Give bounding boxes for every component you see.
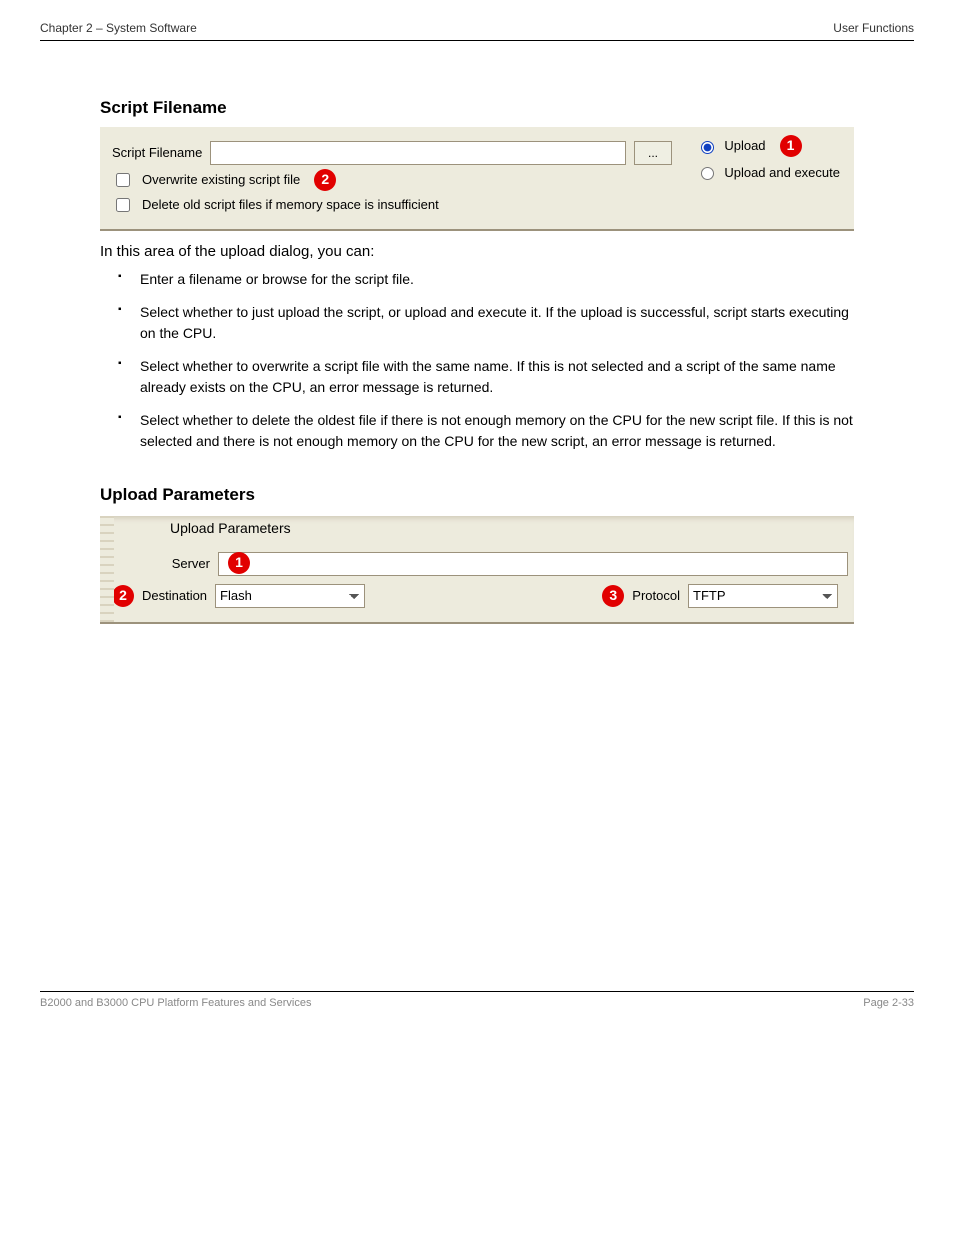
- callout-dest-badge: 2: [112, 585, 134, 607]
- filename-label: Script Filename: [112, 143, 202, 163]
- upload-execute-radio[interactable]: [701, 167, 714, 180]
- filename-input[interactable]: [210, 141, 626, 165]
- header-right: User Functions: [833, 19, 914, 37]
- destination-select[interactable]: Flash: [215, 584, 365, 608]
- list-item: Select whether to overwrite a script fil…: [100, 350, 854, 404]
- list-item: Select whether to just upload the script…: [100, 296, 854, 350]
- delete-old-label: Delete old script files if memory space …: [142, 195, 439, 215]
- server-label: Server: [172, 554, 210, 574]
- overwrite-label: Overwrite existing script file: [142, 170, 300, 190]
- section-title-2: Upload Parameters: [100, 482, 914, 508]
- instruction-text: In this area of the upload dialog, you c…: [100, 241, 854, 264]
- destination-label: Destination: [142, 586, 207, 606]
- overwrite-checkbox[interactable]: [116, 173, 130, 187]
- server-input[interactable]: [218, 552, 848, 576]
- browse-button[interactable]: ...: [634, 141, 672, 165]
- section-title-1: Script Filename: [100, 95, 914, 121]
- upload-parameters-panel: Upload Parameters Server 1 2 Destination…: [100, 516, 854, 624]
- delete-old-checkbox[interactable]: [116, 198, 130, 212]
- upload-execute-radio-label: Upload and execute: [724, 163, 840, 183]
- list-item: Select whether to delete the oldest file…: [100, 404, 854, 458]
- footer-left: B2000 and B3000 CPU Platform Features an…: [40, 995, 311, 1012]
- footer-right: Page 2-33: [863, 995, 914, 1012]
- upload-radio[interactable]: [701, 141, 714, 154]
- script-filename-panel: Script Filename ... Overwrite existing s…: [100, 127, 854, 231]
- callout-badge-2: 2: [314, 169, 336, 191]
- instruction-list: Enter a filename or browse for the scrip…: [100, 263, 854, 458]
- panel-ridge: [100, 516, 114, 622]
- upload-parameters-legend: Upload Parameters: [170, 518, 291, 539]
- protocol-label: Protocol: [632, 586, 680, 606]
- protocol-select[interactable]: TFTP: [688, 584, 838, 608]
- callout-proto-badge: 3: [602, 585, 624, 607]
- upload-radio-label: Upload: [724, 136, 765, 156]
- list-item: Enter a filename or browse for the scrip…: [100, 263, 854, 296]
- header-left: Chapter 2 – System Software: [40, 19, 197, 37]
- callout-server-badge: 1: [228, 552, 250, 574]
- callout-badge-1: 1: [780, 135, 802, 157]
